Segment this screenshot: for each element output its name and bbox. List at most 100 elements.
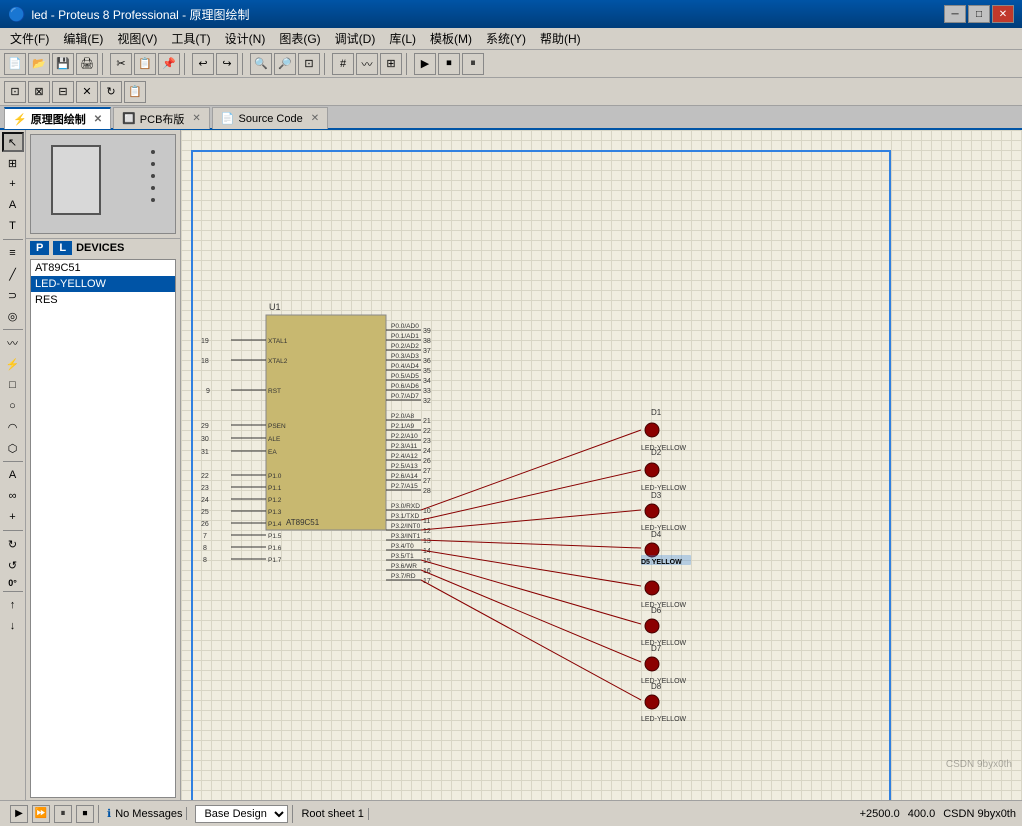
lt-rotate-cw[interactable]: ↻: [2, 534, 24, 554]
svg-text:P3.2/INT0: P3.2/INT0: [391, 523, 421, 530]
menu-help[interactable]: 帮助(H): [534, 28, 587, 49]
menu-file[interactable]: 文件(F): [4, 28, 55, 49]
tb-sep4: [324, 53, 328, 75]
lt-component[interactable]: ⊞: [2, 153, 24, 173]
svg-text:P2.5/A13: P2.5/A13: [391, 463, 418, 470]
tb-cut[interactable]: ✂: [110, 53, 132, 75]
tab-source-code[interactable]: 📄 Source Code ✕: [212, 107, 328, 129]
play-fast-btn[interactable]: ⏩: [32, 805, 50, 823]
preview-ic: [51, 145, 101, 215]
menu-system[interactable]: 系统(Y): [480, 28, 532, 49]
svg-text:P1.3: P1.3: [268, 509, 282, 516]
menu-view[interactable]: 视图(V): [111, 28, 163, 49]
tb-grid[interactable]: #: [332, 53, 354, 75]
minimize-button[interactable]: ─: [944, 5, 966, 23]
tb-copy[interactable]: 📋: [134, 53, 156, 75]
messages-section: ℹ No Messages: [103, 807, 187, 820]
svg-text:26: 26: [201, 521, 209, 528]
lt-sym[interactable]: ∞: [2, 486, 24, 506]
lt-generator[interactable]: ⚡: [2, 354, 24, 374]
tab-source-icon: 📄: [221, 112, 235, 125]
menu-chart[interactable]: 图表(G): [273, 28, 326, 49]
tab-pcb[interactable]: 🔲 PCB布版 ✕: [113, 107, 210, 129]
menu-edit[interactable]: 编辑(E): [57, 28, 109, 49]
tb-open[interactable]: 📂: [28, 53, 50, 75]
device-res[interactable]: RES: [31, 292, 175, 308]
menu-bar: 文件(F) 编辑(E) 视图(V) 工具(T) 设计(N) 图表(G) 调试(D…: [0, 28, 1022, 50]
device-at89c51[interactable]: AT89C51: [31, 260, 175, 276]
tb-zoom-out[interactable]: 🔎: [274, 53, 296, 75]
lt-wire-label[interactable]: A: [2, 195, 24, 215]
lt-probe[interactable]: ◎: [2, 306, 24, 326]
tb-undo[interactable]: ↩: [192, 53, 214, 75]
tb-zoom-fit[interactable]: ⊡: [298, 53, 320, 75]
svg-text:24: 24: [201, 497, 209, 504]
tb-r6[interactable]: 📋: [124, 81, 146, 103]
maximize-button[interactable]: □: [968, 5, 990, 23]
tab-source-close[interactable]: ✕: [311, 113, 319, 124]
play-btn[interactable]: ▶: [10, 805, 28, 823]
menu-tools[interactable]: 工具(T): [165, 28, 216, 49]
menu-design[interactable]: 设计(N): [219, 28, 272, 49]
lt-tape[interactable]: 〰: [2, 333, 24, 353]
svg-text:AT89C51: AT89C51: [286, 518, 320, 527]
tb-run[interactable]: ▶: [414, 53, 436, 75]
canvas-area[interactable]: U1 AT89C51 19 XTAL1 18 XTAL2 9 RST: [181, 130, 1022, 800]
lt-sep5: [3, 591, 23, 592]
tab-schematic-close[interactable]: ✕: [94, 114, 102, 125]
lt-text[interactable]: T: [2, 216, 24, 236]
device-led-yellow[interactable]: LED-YELLOW: [31, 276, 175, 292]
toolbar-row-1: 📄 📂 💾 🖨 ✂ 📋 📌 ↩ ↪ 🔍 🔎 ⊡ # 〰 ⊞ ▶ ⏹ ⏸: [0, 50, 1022, 78]
svg-text:18: 18: [201, 358, 209, 365]
lt-rotate-ccw[interactable]: ↺: [2, 555, 24, 575]
lt-down[interactable]: ↓: [2, 616, 24, 636]
tb-print[interactable]: 🖨: [76, 53, 98, 75]
tb-stop[interactable]: ⏹: [438, 53, 460, 75]
tb-r1[interactable]: ⊡: [4, 81, 26, 103]
tb-zoom-in[interactable]: 🔍: [250, 53, 272, 75]
lt-add[interactable]: +: [2, 507, 24, 527]
lt-pin[interactable]: ⊃: [2, 285, 24, 305]
tab-schematic[interactable]: ⚡ 原理图绘制 ✕: [4, 107, 111, 129]
close-button[interactable]: ✕: [992, 5, 1014, 23]
menu-lib[interactable]: 库(L): [383, 28, 422, 49]
lt-circle[interactable]: ○: [2, 396, 24, 416]
svg-text:EA: EA: [268, 449, 277, 456]
svg-text:P3.7/RD: P3.7/RD: [391, 573, 416, 580]
stop-btn[interactable]: ⏹: [76, 805, 94, 823]
tb-paste[interactable]: 📌: [158, 53, 180, 75]
tb-new[interactable]: 📄: [4, 53, 26, 75]
tb-comp[interactable]: ⊞: [380, 53, 402, 75]
base-design-select[interactable]: Base Design: [195, 805, 288, 823]
devices-p-btn[interactable]: P: [30, 241, 49, 255]
svg-text:P0.3/AD3: P0.3/AD3: [391, 353, 419, 360]
tb-redo[interactable]: ↪: [216, 53, 238, 75]
toolbar-row-2: ⊡ ⊠ ⊟ ✕ ↻ 📋: [0, 78, 1022, 106]
lt-bus[interactable]: ≡: [2, 243, 24, 263]
tb-r5[interactable]: ↻: [100, 81, 122, 103]
lt-wire[interactable]: ╱: [2, 264, 24, 284]
tab-pcb-close[interactable]: ✕: [192, 113, 200, 124]
devices-l-btn[interactable]: L: [53, 241, 72, 255]
menu-debug[interactable]: 调试(D): [329, 28, 382, 49]
svg-text:P0.0/AD0: P0.0/AD0: [391, 323, 419, 330]
svg-text:9: 9: [206, 388, 210, 395]
lt-text2[interactable]: A: [2, 465, 24, 485]
tb-wire[interactable]: 〰: [356, 53, 378, 75]
lt-box[interactable]: □: [2, 375, 24, 395]
pause-btn[interactable]: ⏸: [54, 805, 72, 823]
tb-r2[interactable]: ⊠: [28, 81, 50, 103]
lt-junction[interactable]: +: [2, 174, 24, 194]
svg-text:P2.7/A15: P2.7/A15: [391, 483, 418, 490]
tb-r3[interactable]: ⊟: [52, 81, 74, 103]
lt-arc[interactable]: ◠: [2, 417, 24, 437]
lt-up[interactable]: ↑: [2, 595, 24, 615]
tb-save[interactable]: 💾: [52, 53, 74, 75]
svg-text:LED-YELLOW: LED-YELLOW: [641, 640, 687, 647]
lt-select[interactable]: ↖: [2, 132, 24, 152]
devices-list[interactable]: AT89C51 LED-YELLOW RES: [30, 259, 176, 798]
tb-r4[interactable]: ✕: [76, 81, 98, 103]
tb-pause[interactable]: ⏸: [462, 53, 484, 75]
lt-poly[interactable]: ⬡: [2, 438, 24, 458]
menu-template[interactable]: 模板(M): [424, 28, 478, 49]
